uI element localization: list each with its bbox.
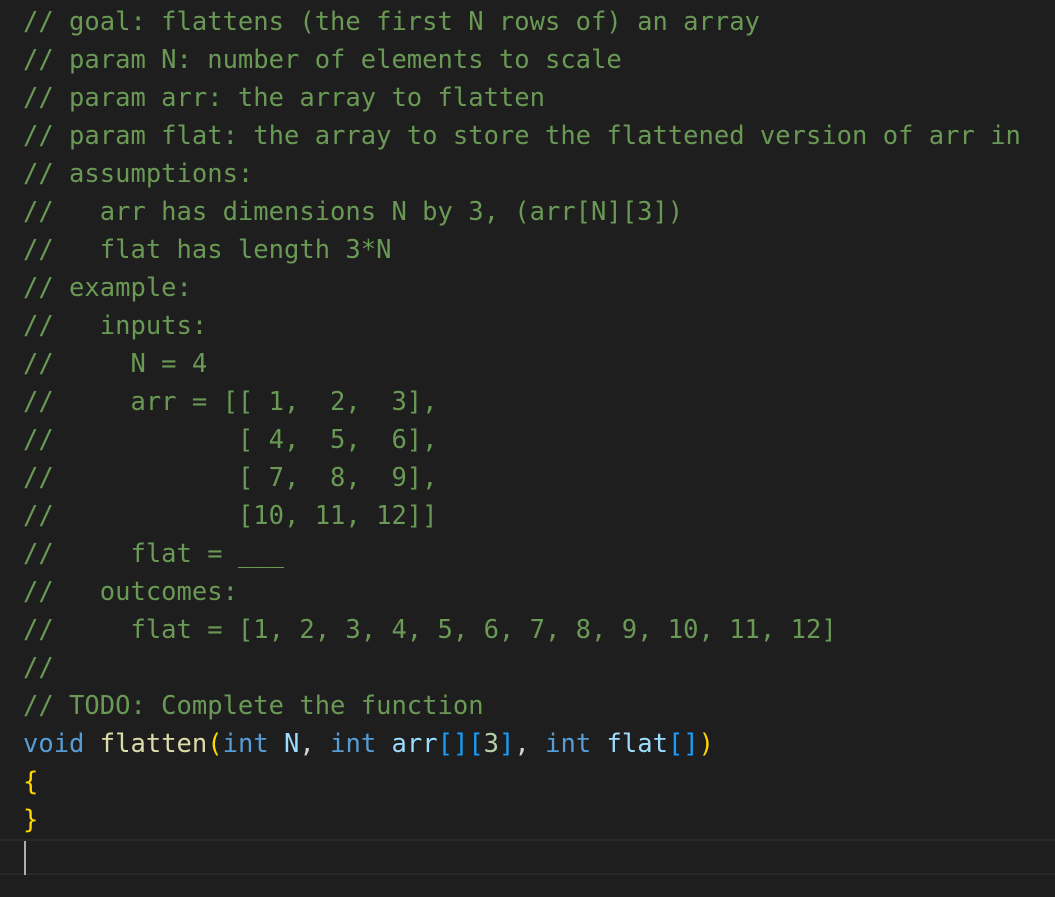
text-cursor bbox=[24, 841, 26, 875]
function-signature-line: void flatten(int N, int arr[][3], int fl… bbox=[23, 722, 1021, 760]
comment-line: // bbox=[23, 653, 54, 683]
code-area[interactable]: // goal: flattens (the first N rows of) … bbox=[23, 0, 1021, 836]
comment-line: // N = 4 bbox=[23, 349, 208, 379]
param-type: int bbox=[222, 729, 269, 759]
comment-line: // goal: flattens (the first N rows of) … bbox=[23, 7, 760, 37]
close-brace-line: } bbox=[23, 805, 39, 835]
comment-line: // flat has length 3*N bbox=[23, 235, 392, 265]
return-type-keyword: void bbox=[23, 729, 85, 759]
comment-line: // assumptions: bbox=[23, 159, 254, 189]
array-dim-close: ] bbox=[499, 729, 515, 759]
comment-line: // [ 7, 8, 9], bbox=[23, 463, 438, 493]
array-brackets: [] bbox=[667, 729, 699, 759]
param-name-arr: arr bbox=[391, 729, 438, 759]
comment-line: // TODO: Complete the function bbox=[23, 691, 484, 721]
comment-line: // arr = [[ 1, 2, 3], bbox=[23, 387, 438, 417]
function-name: flatten bbox=[99, 729, 208, 759]
comment-line: // arr has dimensions N by 3, (arr[N][3]… bbox=[23, 197, 684, 227]
param-name-n: N bbox=[284, 729, 300, 759]
param-separator: , bbox=[299, 729, 331, 759]
param-name-flat: flat bbox=[606, 729, 668, 759]
comment-line: // flat = [1, 2, 3, 4, 5, 6, 7, 8, 9, 10… bbox=[23, 615, 837, 645]
code-editor[interactable]: // goal: flattens (the first N rows of) … bbox=[0, 0, 1055, 897]
param-type: int bbox=[330, 729, 377, 759]
comment-line: // param N: number of elements to scale bbox=[23, 45, 622, 75]
current-line-highlight bbox=[0, 839, 1055, 875]
open-brace-line: { bbox=[23, 767, 39, 797]
array-dim-value: 3 bbox=[483, 729, 500, 759]
param-type: int bbox=[545, 729, 592, 759]
comment-line: // [10, 11, 12]] bbox=[23, 501, 438, 531]
comment-line: // outcomes: bbox=[23, 577, 238, 607]
comment-line: // param arr: the array to flatten bbox=[23, 83, 545, 113]
comment-line: // flat = ___ bbox=[23, 539, 284, 569]
close-paren: ) bbox=[698, 729, 715, 759]
comment-line: // example: bbox=[23, 273, 192, 303]
comment-line: // [ 4, 5, 6], bbox=[23, 425, 438, 455]
open-paren: ( bbox=[207, 729, 223, 759]
comment-line: // inputs: bbox=[23, 311, 208, 341]
array-dim-open: [ bbox=[468, 729, 484, 759]
array-brackets: [] bbox=[437, 729, 469, 759]
param-separator: , bbox=[514, 729, 546, 759]
comment-line: // param flat: the array to store the fl… bbox=[23, 121, 1021, 151]
